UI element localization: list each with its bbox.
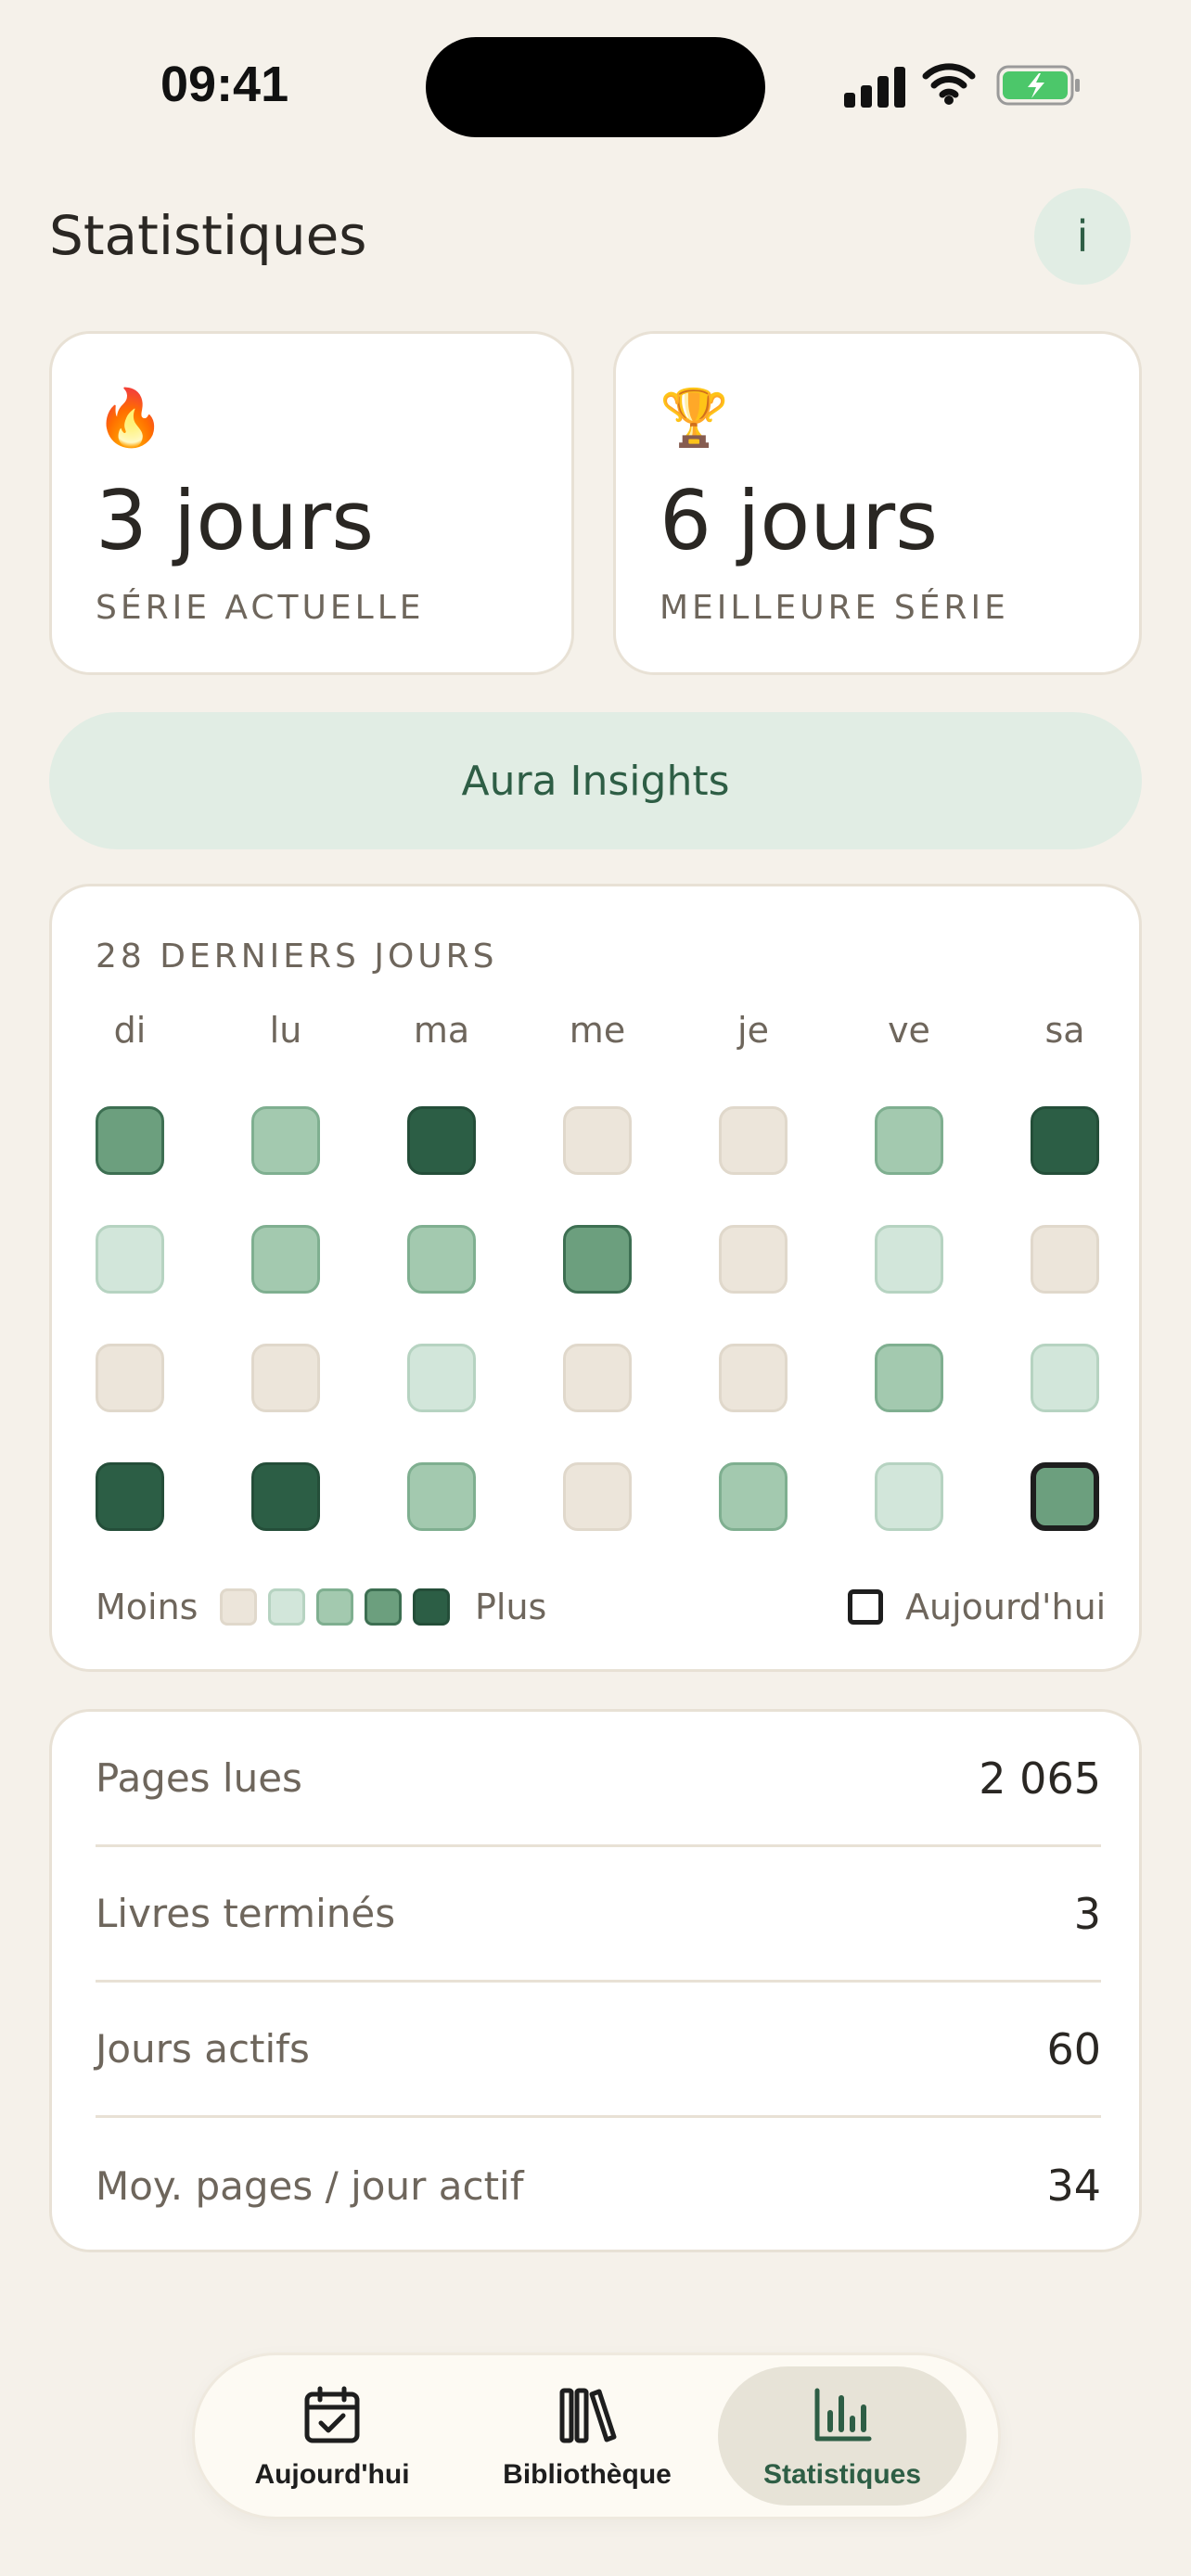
heatmap-day-cell[interactable]: [1031, 1344, 1099, 1412]
best-streak-card: 🏆 6 jours MEILLEURE SÉRIE: [613, 331, 1142, 675]
legend-less-label: Moins: [96, 1587, 198, 1627]
weekday-label: je: [737, 1010, 769, 1051]
heatmap-day-cell[interactable]: [96, 1344, 164, 1412]
stat-value: 3: [1073, 1888, 1101, 1939]
current-streak-card: 🔥 3 jours SÉRIE ACTUELLE: [49, 331, 574, 675]
heatmap-day-cell[interactable]: [719, 1462, 788, 1531]
best-streak-label: MEILLEURE SÉRIE: [660, 589, 1009, 627]
legend-today-marker: [848, 1589, 883, 1625]
fire-icon: 🔥: [96, 386, 165, 451]
stat-label: Pages lues: [96, 1755, 302, 1801]
calendar-check-icon: [304, 2386, 360, 2443]
tab-statistics-label: Statistiques: [762, 2459, 922, 2490]
current-streak-label: SÉRIE ACTUELLE: [96, 589, 425, 627]
heatmap-day-cell[interactable]: [251, 1225, 320, 1294]
current-streak-value: 3 jours: [96, 473, 375, 568]
heatmap-day-cell[interactable]: [875, 1462, 943, 1531]
heatmap-title: 28 DERNIERS JOURS: [96, 937, 498, 976]
status-bar: 09:41: [0, 0, 1191, 176]
status-time: 09:41: [160, 57, 289, 112]
weekday-label: lu: [269, 1010, 302, 1051]
heatmap-day-cell[interactable]: [1031, 1225, 1099, 1294]
stat-row-pages: Pages lues 2 065: [96, 1712, 1101, 1847]
heatmap-day-cell[interactable]: [96, 1462, 164, 1531]
heatmap-day-cell[interactable]: [407, 1225, 476, 1294]
heatmap-day-cell[interactable]: [563, 1462, 632, 1531]
tab-today[interactable]: Aujourd'hui: [208, 2366, 456, 2506]
weekday-label: sa: [1044, 1010, 1085, 1051]
bar-chart-icon: [814, 2388, 872, 2442]
legend-level-0: [220, 1588, 257, 1626]
heatmap-day-cell[interactable]: [96, 1106, 164, 1175]
trophy-icon: 🏆: [660, 386, 729, 451]
stat-row-avg-pages: Moy. pages / jour actif 34: [96, 2118, 1101, 2253]
tab-library-label: Bibliothèque: [503, 2459, 672, 2490]
stat-label: Livres terminés: [96, 1891, 396, 1936]
heatmap-day-cell[interactable]: [407, 1462, 476, 1531]
heatmap-day-cell[interactable]: [251, 1106, 320, 1175]
tab-bar: Aujourd'hui Bibliothèque Statistiques: [192, 2353, 1001, 2519]
heatmap-day-cell[interactable]: [563, 1344, 632, 1412]
heatmap-day-cell[interactable]: [1031, 1106, 1099, 1175]
weekday-label: di: [113, 1010, 147, 1051]
activity-heatmap-card: 28 DERNIERS JOURS di lu ma me je ve sa Moins P…: [49, 884, 1142, 1672]
heatmap-day-cell[interactable]: [407, 1106, 476, 1175]
legend-level-1: [268, 1588, 305, 1626]
tab-library[interactable]: Bibliothèque: [463, 2366, 711, 2506]
stat-label: Jours actifs: [96, 2026, 310, 2072]
heatmap-day-cell[interactable]: [875, 1344, 943, 1412]
dynamic-island: [426, 37, 765, 137]
tab-today-label: Aujourd'hui: [254, 2459, 410, 2490]
heatmap-day-cell[interactable]: [96, 1225, 164, 1294]
tab-statistics[interactable]: Statistiques: [718, 2366, 967, 2506]
heatmap-day-cell[interactable]: [719, 1225, 788, 1294]
heatmap-day-cell[interactable]: [1031, 1462, 1099, 1531]
stats-card: Pages lues 2 065 Livres terminés 3 Jours…: [49, 1709, 1142, 2252]
info-button[interactable]: i: [1034, 188, 1131, 285]
legend-level-4: [413, 1588, 450, 1626]
stat-row-active-days: Jours actifs 60: [96, 1983, 1101, 2118]
battery-charging-icon: [996, 65, 1080, 106]
heatmap-day-cell[interactable]: [719, 1344, 788, 1412]
page-title: Statistiques: [49, 204, 367, 267]
cellular-signal-icon: [844, 65, 905, 108]
weekday-label: ma: [413, 1010, 470, 1051]
legend-level-2: [316, 1588, 353, 1626]
weekday-label: me: [569, 1010, 626, 1051]
stat-row-books: Livres terminés 3: [96, 1847, 1101, 1983]
heatmap-day-cell[interactable]: [563, 1106, 632, 1175]
heatmap-day-cell[interactable]: [407, 1344, 476, 1412]
books-icon: [559, 2388, 617, 2443]
legend-level-3: [365, 1588, 402, 1626]
aura-insights-button[interactable]: Aura Insights: [49, 712, 1142, 849]
legend-more-label: Plus: [475, 1587, 547, 1627]
best-streak-value: 6 jours: [660, 473, 939, 568]
stat-value: 34: [1046, 2161, 1101, 2211]
legend-today-label: Aujourd'hui: [905, 1587, 1107, 1627]
heatmap-day-cell[interactable]: [875, 1225, 943, 1294]
heatmap-day-cell[interactable]: [719, 1106, 788, 1175]
stat-value: 60: [1046, 2023, 1101, 2074]
heatmap-day-cell[interactable]: [251, 1462, 320, 1531]
heatmap-day-cell[interactable]: [251, 1344, 320, 1412]
weekday-label: ve: [888, 1010, 930, 1051]
stat-label: Moy. pages / jour actif: [96, 2162, 524, 2209]
heatmap-day-cell[interactable]: [875, 1106, 943, 1175]
wifi-icon: [922, 63, 976, 105]
heatmap-day-cell[interactable]: [563, 1225, 632, 1294]
stat-value: 2 065: [979, 1753, 1101, 1804]
